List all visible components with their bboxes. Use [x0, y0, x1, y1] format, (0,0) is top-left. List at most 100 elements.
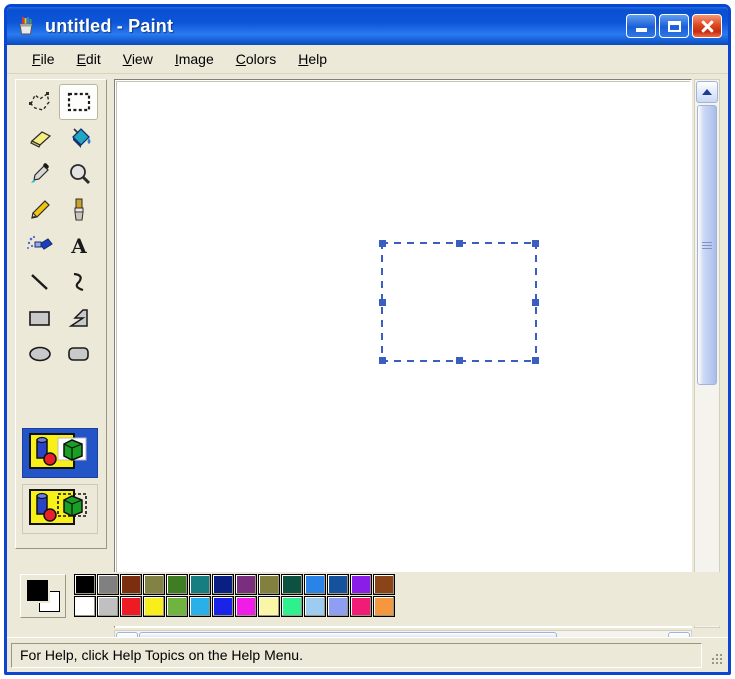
- color-palette: [20, 574, 396, 618]
- palette-top-swatch-11[interactable]: [327, 574, 349, 595]
- tool-pencil[interactable]: [20, 192, 59, 228]
- line-icon: [30, 274, 48, 290]
- menu-edit[interactable]: Edit: [66, 48, 112, 70]
- selection-handle-nw[interactable]: [379, 240, 386, 247]
- canvas-frame: [114, 79, 692, 628]
- tool-airbrush[interactable]: [20, 228, 59, 264]
- tool-magnifier[interactable]: [59, 156, 98, 192]
- palette-top-swatch-8[interactable]: [258, 574, 280, 595]
- palette-bottom-swatch-10[interactable]: [304, 596, 326, 617]
- polygon-icon: [68, 309, 88, 327]
- palette-bottom-swatch-0[interactable]: [74, 596, 96, 617]
- palette-bottom-swatch-5[interactable]: [189, 596, 211, 617]
- palette-bottom-swatch-12[interactable]: [350, 596, 372, 617]
- airbrush-icon: [26, 235, 53, 250]
- selection-handle-ne[interactable]: [532, 240, 539, 247]
- menu-view[interactable]: View: [112, 48, 164, 70]
- ellipse-icon: [28, 346, 51, 362]
- palette-bottom-swatch-11[interactable]: [327, 596, 349, 617]
- magnifier-icon: [69, 164, 90, 185]
- selection-handle-n[interactable]: [456, 240, 463, 247]
- selection-handle-e[interactable]: [532, 299, 539, 306]
- tool-line[interactable]: [20, 264, 59, 300]
- vertical-scrollbar[interactable]: [694, 79, 720, 628]
- selection-handle-se[interactable]: [532, 357, 539, 364]
- title-bar[interactable]: untitled - Paint: [7, 7, 728, 45]
- palette-top-swatch-9[interactable]: [281, 574, 303, 595]
- tool-polygon[interactable]: [59, 300, 98, 336]
- tool-ellipse[interactable]: [20, 336, 59, 372]
- option-draw-transparent[interactable]: [22, 484, 98, 534]
- selection-handle-s[interactable]: [456, 357, 463, 364]
- palette-top-swatch-4[interactable]: [166, 574, 188, 595]
- status-message-panel: For Help, click Help Topics on the Help …: [11, 642, 702, 668]
- palette-top-swatch-10[interactable]: [304, 574, 326, 595]
- menu-colors[interactable]: Colors: [225, 48, 287, 70]
- palette-bottom-swatch-1[interactable]: [97, 596, 119, 617]
- caption-buttons: [626, 14, 724, 38]
- rounded-rectangle-icon: [67, 347, 89, 361]
- palette-bottom-swatch-13[interactable]: [373, 596, 395, 617]
- palette-top-swatch-13[interactable]: [373, 574, 395, 595]
- selection-handle-sw[interactable]: [379, 357, 386, 364]
- pencil-icon: [30, 200, 50, 219]
- svg-text:A: A: [70, 234, 87, 258]
- tool-options: [22, 428, 102, 540]
- tool-rounded-rectangle[interactable]: [59, 336, 98, 372]
- palette-bottom-swatch-9[interactable]: [281, 596, 303, 617]
- rectangle-icon: [28, 311, 50, 326]
- palette-bottom-swatch-7[interactable]: [235, 596, 257, 617]
- eraser-icon: [29, 131, 51, 148]
- brush-icon: [73, 198, 84, 221]
- palette-row-top: [74, 574, 396, 596]
- palette-top-swatch-1[interactable]: [97, 574, 119, 595]
- palette-top-swatch-0[interactable]: [74, 574, 96, 595]
- selection-marquee[interactable]: [379, 240, 539, 364]
- tool-free-form-select[interactable]: [20, 84, 59, 120]
- minimize-icon: [635, 28, 647, 32]
- palette-bottom-swatch-3[interactable]: [143, 596, 165, 617]
- foreground-background-indicator[interactable]: [20, 574, 66, 618]
- palette-row-bottom: [74, 596, 396, 618]
- palette-bottom-swatch-8[interactable]: [258, 596, 280, 617]
- palette-bottom-swatch-6[interactable]: [212, 596, 234, 617]
- selection-handle-w[interactable]: [379, 299, 386, 306]
- minimize-button[interactable]: [626, 14, 656, 38]
- rectangle-select-icon: [67, 92, 90, 112]
- scroll-up-button[interactable]: [696, 81, 718, 103]
- color-palette-bar: [15, 572, 720, 626]
- text-icon: A: [70, 234, 87, 258]
- palette-bottom-swatch-2[interactable]: [120, 596, 142, 617]
- palette-top-swatch-6[interactable]: [212, 574, 234, 595]
- status-bar: For Help, click Help Topics on the Help …: [7, 637, 728, 672]
- menu-file[interactable]: File: [21, 48, 66, 70]
- tool-rectangle-select[interactable]: [59, 84, 98, 120]
- palette-top-swatch-12[interactable]: [350, 574, 372, 595]
- option-draw-opaque[interactable]: [22, 428, 98, 478]
- foreground-color-swatch[interactable]: [27, 580, 48, 601]
- tool-rectangle[interactable]: [20, 300, 59, 336]
- paint-cup-icon[interactable]: [15, 15, 37, 37]
- tool-text[interactable]: A: [59, 228, 98, 264]
- workspace: A: [7, 73, 728, 672]
- vertical-scroll-thumb[interactable]: [697, 105, 717, 385]
- maximize-icon: [667, 20, 681, 32]
- palette-bottom-swatch-4[interactable]: [166, 596, 188, 617]
- tool-eraser[interactable]: [20, 120, 59, 156]
- palette-top-swatch-2[interactable]: [120, 574, 142, 595]
- tool-pick-color[interactable]: [20, 156, 59, 192]
- tool-grid: A: [16, 80, 106, 372]
- tool-curve[interactable]: [59, 264, 98, 300]
- drawing-canvas[interactable]: [116, 81, 690, 626]
- fill-bucket-icon: [71, 128, 90, 148]
- palette-top-swatch-5[interactable]: [189, 574, 211, 595]
- tool-fill-with-color[interactable]: [59, 120, 98, 156]
- close-button[interactable]: [692, 14, 722, 38]
- palette-top-swatch-7[interactable]: [235, 574, 257, 595]
- tool-brush[interactable]: [59, 192, 98, 228]
- palette-top-swatch-3[interactable]: [143, 574, 165, 595]
- maximize-button[interactable]: [659, 14, 689, 38]
- menu-help[interactable]: Help: [287, 48, 338, 70]
- resize-grip-icon[interactable]: [704, 644, 724, 666]
- menu-image[interactable]: Image: [164, 48, 225, 70]
